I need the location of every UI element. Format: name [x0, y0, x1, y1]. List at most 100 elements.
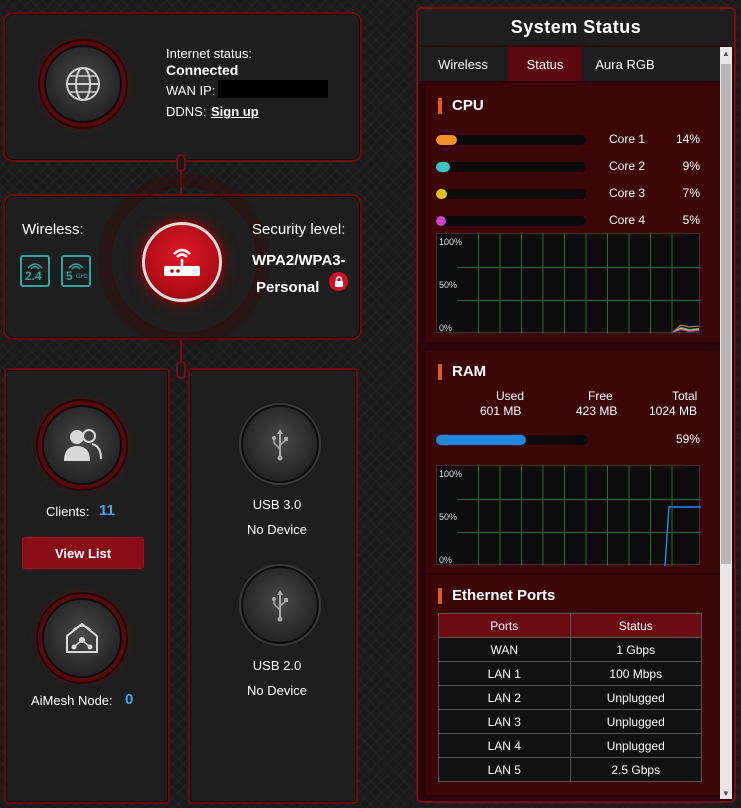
ram-graph-line	[664, 506, 701, 566]
ethernet-table: Ports Status WAN 1 Gbps LAN 1 100 Mbps LAN 2…	[438, 613, 702, 782]
cpu-core-percent: 5%	[682, 213, 700, 227]
aimesh-label: AiMesh Node:	[31, 693, 113, 708]
connector-dot-2	[176, 361, 186, 379]
cpu-graph-label-50: 50%	[439, 280, 458, 290]
cpu-core-bar	[436, 216, 586, 226]
wifi-5-unit: GHz	[76, 274, 88, 280]
system-status-title: System Status	[418, 9, 734, 45]
ethernet-row: LAN 2 Unplugged	[438, 685, 702, 710]
router-button[interactable]	[142, 222, 222, 302]
cpu-core-percent: 7%	[682, 186, 700, 200]
security-level-label: Security level:	[252, 221, 346, 238]
cpu-graph-label-100: 100%	[439, 237, 463, 247]
wifi-5-icon[interactable]: 5 GHz	[61, 255, 91, 287]
ddns-signup-link[interactable]: Sign up	[211, 104, 259, 119]
ethernet-port-name: LAN 3	[438, 709, 571, 734]
ethernet-port-name: LAN 1	[438, 661, 571, 686]
usb-20-button[interactable]	[241, 566, 319, 644]
ram-used-value: 601 MB	[480, 404, 522, 418]
internet-globe-button[interactable]	[44, 45, 122, 123]
ethernet-header-status: Status	[569, 613, 702, 638]
cpu-core-bar	[436, 189, 586, 199]
ethernet-port-name: LAN 2	[438, 685, 571, 710]
internet-status-label: Internet status:	[166, 46, 252, 61]
lock-icon	[329, 272, 348, 291]
cpu-core-label: Core 4	[609, 213, 646, 227]
cpu-core-fill	[436, 135, 457, 145]
view-list-button[interactable]: View List	[22, 537, 144, 569]
ethernet-card: Ethernet Ports Ports Status WAN 1 Gbps LAN…	[426, 575, 720, 795]
usb-30-status: No Device	[247, 522, 307, 537]
security-level-value-1: WPA2/WPA3-	[252, 252, 346, 269]
tab-wireless[interactable]: Wireless	[418, 47, 508, 81]
wan-ip-label: WAN IP:	[166, 83, 216, 98]
ethernet-port-status: 2.5 Gbps	[569, 757, 702, 782]
ethernet-row: LAN 4 Unplugged	[438, 733, 702, 758]
wifi-24-label: 2.4	[25, 269, 42, 283]
ram-free-label: Free	[588, 389, 613, 403]
wan-ip-value	[218, 80, 328, 98]
cpu-core-bar	[436, 135, 586, 145]
ram-graph: 100% 50% 0%	[436, 465, 701, 566]
ethernet-port-name: LAN 4	[438, 733, 571, 758]
ram-used-label: Used	[496, 389, 525, 403]
tab-status[interactable]: Status	[508, 47, 582, 81]
wireless-label: Wireless:	[22, 221, 84, 238]
cpu-title: CPU	[438, 97, 484, 114]
ram-graph-label-100: 100%	[439, 469, 463, 479]
cpu-core-fill	[436, 216, 446, 226]
scroll-up-arrow[interactable]: ▲	[720, 47, 732, 59]
usb-20-status: No Device	[247, 683, 307, 698]
ddns-label: DDNS:	[166, 104, 207, 119]
ethernet-port-status: Unplugged	[569, 709, 702, 734]
ram-graph-label-50: 50%	[439, 512, 458, 522]
aimesh-button[interactable]	[42, 598, 122, 678]
usb-icon	[272, 590, 288, 622]
ram-usage-fill	[436, 435, 526, 445]
system-status-tabs: Wireless Status Aura RGB	[418, 47, 723, 81]
cpu-card: CPU Core 1 14% Core 2 9% Core 3 7% Core 4 5% 10…	[426, 83, 720, 342]
ram-free-value: 423 MB	[576, 404, 618, 418]
router-icon	[164, 248, 200, 276]
ethernet-row: LAN 5 2.5 Gbps	[438, 757, 702, 782]
aimesh-count: 0	[125, 691, 134, 708]
cpu-core-fill	[436, 162, 450, 172]
cpu-core-label: Core 1	[609, 132, 646, 146]
cpu-core-label: Core 3	[609, 186, 646, 200]
ram-percent: 59%	[675, 432, 700, 446]
cpu-graph: 100% 50% 0%	[436, 233, 701, 334]
system-status-panel: System Status Wireless Status Aura RGB ▲…	[416, 7, 736, 803]
ram-usage-bar	[436, 435, 588, 445]
clients-label: Clients:	[46, 504, 90, 519]
cpu-core-label: Core 2	[609, 159, 646, 173]
cpu-core-percent: 14%	[675, 132, 700, 146]
ram-graph-label-0: 0%	[439, 555, 453, 565]
wifi-5-label: 5	[66, 269, 73, 283]
clients-count: 11	[99, 502, 115, 519]
ethernet-port-name: WAN	[438, 637, 571, 662]
ram-total-value: 1024 MB	[649, 404, 698, 418]
connector-dot	[176, 154, 186, 172]
cpu-core-percent: 9%	[682, 159, 700, 173]
usb-30-name: USB 3.0	[252, 497, 302, 512]
ethernet-port-status: 100 Mbps	[569, 661, 702, 686]
ethernet-row: LAN 1 100 Mbps	[438, 661, 702, 686]
scrollbar-thumb[interactable]	[721, 64, 731, 564]
ram-total-label: Total	[672, 389, 698, 403]
clients-button[interactable]	[42, 405, 122, 485]
usb-icon	[272, 429, 288, 461]
wifi-24-icon[interactable]: 2.4	[20, 255, 50, 287]
cpu-core-fill	[436, 189, 447, 199]
cpu-core-bar	[436, 162, 586, 172]
cpu-graph-label-0: 0%	[439, 323, 453, 333]
usb-30-button[interactable]	[241, 405, 319, 483]
aimesh-home-icon	[66, 622, 98, 653]
internet-status-value: Connected	[166, 62, 239, 78]
ethernet-port-name: LAN 5	[438, 757, 571, 782]
scroll-down-arrow[interactable]: ▼	[720, 787, 732, 799]
usb-20-name: USB 2.0	[252, 658, 302, 673]
ethernet-row: LAN 3 Unplugged	[438, 709, 702, 734]
clients-icon	[64, 429, 102, 461]
ethernet-header-ports: Ports	[438, 613, 571, 638]
tab-aura-rgb[interactable]: Aura RGB	[582, 47, 668, 81]
